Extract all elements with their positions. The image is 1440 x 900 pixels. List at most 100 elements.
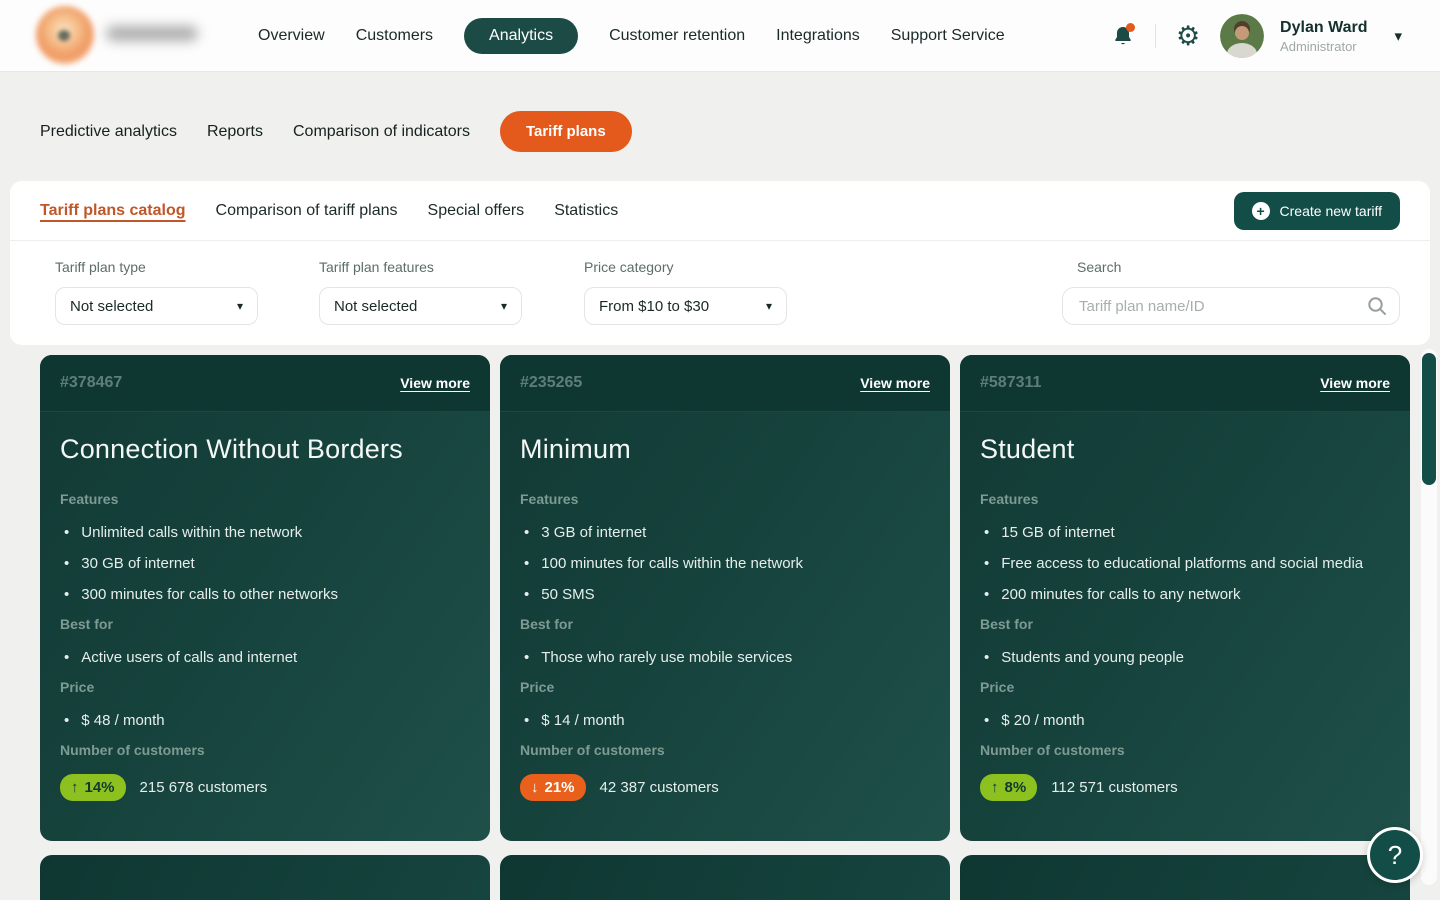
- panel-divider: [10, 240, 1430, 241]
- help-button[interactable]: ?: [1367, 827, 1423, 883]
- tariff-id: #378467: [60, 374, 122, 392]
- best-for-label: Best for: [60, 616, 470, 632]
- arrow-up-icon: ↑: [71, 779, 79, 796]
- features-label: Features: [520, 491, 930, 507]
- nav-item-integrations[interactable]: Integrations: [776, 27, 860, 45]
- notification-badge: [1126, 23, 1135, 32]
- tariff-id: #587311: [980, 374, 1041, 392]
- notifications-button[interactable]: [1110, 23, 1136, 49]
- customers-count: 112 571 customers: [1051, 779, 1177, 796]
- customers-row: ↑ 14% 215 678 customers: [60, 774, 470, 801]
- price-item: $ 14 / month: [520, 711, 930, 730]
- tab-comparison-of-tariff-plans[interactable]: Comparison of tariff plans: [216, 202, 398, 220]
- customers-label: Number of customers: [60, 742, 470, 758]
- feature-item: 50 SMS: [520, 585, 930, 604]
- best-for-item: Those who rarely use mobile services: [520, 648, 930, 667]
- avatar[interactable]: [1220, 14, 1264, 58]
- best-for-item: Active users of calls and internet: [60, 648, 470, 667]
- tariff-title: Connection Without Borders: [60, 434, 470, 465]
- price-list: $ 14 / month: [520, 711, 930, 730]
- best-for-list: Students and young people: [980, 648, 1390, 667]
- card-body: Minimum Features 3 GB of internet 100 mi…: [500, 412, 950, 801]
- subnav-item-reports[interactable]: Reports: [207, 123, 263, 141]
- feature-item: Unlimited calls within the network: [60, 523, 470, 542]
- nav-item-support-service[interactable]: Support Service: [891, 27, 1005, 45]
- customers-count: 215 678 customers: [140, 779, 268, 796]
- search-input[interactable]: [1062, 287, 1400, 325]
- tariff-title: Minimum: [520, 434, 930, 465]
- tariff-title: Student: [980, 434, 1390, 465]
- price-label: Price: [60, 679, 470, 695]
- customers-row: ↑ 8% 112 571 customers: [980, 774, 1390, 801]
- price-label: Price: [520, 679, 930, 695]
- tab-special-offers[interactable]: Special offers: [428, 202, 525, 220]
- price-item: $ 20 / month: [980, 711, 1390, 730]
- plus-icon: +: [1252, 202, 1270, 220]
- tariff-plan-features-select[interactable]: Not selected ▾: [319, 287, 522, 325]
- trend-value: 8%: [1005, 779, 1027, 796]
- chevron-down-icon[interactable]: ▾: [1394, 27, 1402, 45]
- customers-count: 42 387 customers: [600, 779, 719, 796]
- trend-badge-up: ↑ 14%: [60, 774, 126, 801]
- nav-item-customers[interactable]: Customers: [356, 27, 433, 45]
- nav-item-overview[interactable]: Overview: [258, 27, 325, 45]
- feature-item: 15 GB of internet: [980, 523, 1390, 542]
- feature-item: 200 minutes for calls to any network: [980, 585, 1390, 604]
- scrollbar-thumb[interactable]: [1422, 353, 1436, 485]
- best-for-label: Best for: [980, 616, 1390, 632]
- card-body: Student Features 15 GB of internet Free …: [960, 412, 1410, 801]
- card-body: Connection Without Borders Features Unli…: [40, 412, 490, 801]
- tab-statistics[interactable]: Statistics: [554, 202, 618, 220]
- tariff-id: #235265: [520, 374, 582, 392]
- best-for-list: Active users of calls and internet: [60, 648, 470, 667]
- price-list: $ 20 / month: [980, 711, 1390, 730]
- brand-wordmark-blurred: [106, 26, 198, 41]
- customers-label: Number of customers: [980, 742, 1390, 758]
- user-name: Dylan Ward: [1280, 19, 1367, 37]
- filter-label: Tariff plan type: [55, 259, 258, 275]
- subnav-item-predictive-analytics[interactable]: Predictive analytics: [40, 123, 177, 141]
- create-new-tariff-button[interactable]: + Create new tariff: [1234, 192, 1400, 230]
- features-label: Features: [980, 491, 1390, 507]
- price-item: $ 48 / month: [60, 711, 470, 730]
- tariff-card-partial: [40, 855, 490, 900]
- tariff-plan-type-select[interactable]: Not selected ▾: [55, 287, 258, 325]
- price-label: Price: [980, 679, 1390, 695]
- trend-value: 14%: [85, 779, 115, 796]
- catalog-tabs: Tariff plans catalog Comparison of tarif…: [40, 181, 618, 240]
- nav-item-customer-retention[interactable]: Customer retention: [609, 27, 745, 45]
- feature-item: 30 GB of internet: [60, 554, 470, 573]
- filter-label: Price category: [584, 259, 787, 275]
- features-label: Features: [60, 491, 470, 507]
- tariff-card-partial: [960, 855, 1410, 900]
- arrow-down-icon: ↓: [531, 779, 539, 796]
- view-more-link[interactable]: View more: [400, 375, 470, 391]
- user-role: Administrator: [1280, 39, 1367, 54]
- price-list: $ 48 / month: [60, 711, 470, 730]
- nav-item-analytics[interactable]: Analytics: [464, 18, 578, 54]
- filter-label: Tariff plan features: [319, 259, 522, 275]
- trend-badge-down: ↓ 21%: [520, 774, 586, 801]
- price-category-select[interactable]: From $10 to $30 ▾: [584, 287, 787, 325]
- tariff-cards-row: #378467 View more Connection Without Bor…: [40, 355, 1410, 841]
- create-new-tariff-label: Create new tariff: [1280, 203, 1382, 219]
- card-header: #587311 View more: [960, 355, 1410, 412]
- feature-item: 300 minutes for calls to other networks: [60, 585, 470, 604]
- feature-item: Free access to educational platforms and…: [980, 554, 1390, 573]
- trend-value: 21%: [545, 779, 575, 796]
- select-value: Not selected: [70, 298, 153, 315]
- select-value: Not selected: [334, 298, 417, 315]
- subnav-item-tariff-plans[interactable]: Tariff plans: [500, 111, 632, 152]
- settings-button[interactable]: ⚙: [1175, 23, 1201, 49]
- best-for-list: Those who rarely use mobile services: [520, 648, 930, 667]
- subnav-item-comparison-of-indicators[interactable]: Comparison of indicators: [293, 123, 470, 141]
- chevron-down-icon: ▾: [766, 299, 772, 313]
- features-list: 3 GB of internet 100 minutes for calls w…: [520, 523, 930, 604]
- tariff-card-235265: #235265 View more Minimum Features 3 GB …: [500, 355, 950, 841]
- filter-tariff-plan-features: Tariff plan features Not selected ▾: [319, 259, 522, 325]
- view-more-link[interactable]: View more: [1320, 375, 1390, 391]
- user-menu[interactable]: Dylan Ward Administrator: [1280, 19, 1367, 54]
- view-more-link[interactable]: View more: [860, 375, 930, 391]
- tab-tariff-plans-catalog[interactable]: Tariff plans catalog: [40, 202, 186, 220]
- gear-icon: ⚙: [1176, 23, 1200, 50]
